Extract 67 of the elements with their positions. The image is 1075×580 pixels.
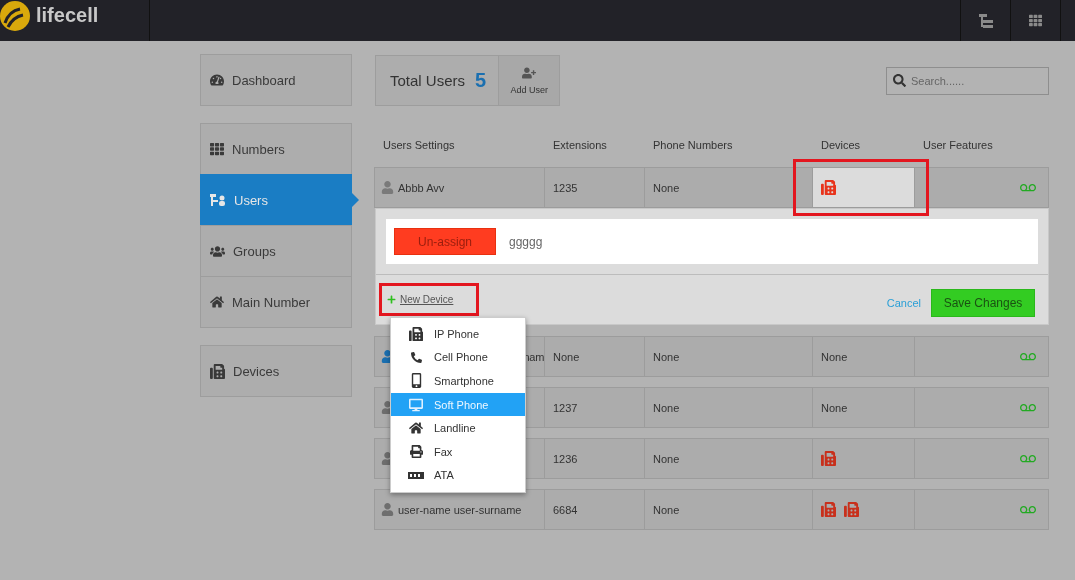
table-cell: 1237 xyxy=(544,387,645,428)
search-field[interactable]: Search...... xyxy=(909,73,1039,88)
selection-arrow-icon xyxy=(352,193,359,207)
column-header: Devices xyxy=(820,139,862,151)
total-users-count: 5 xyxy=(475,69,488,92)
users-icon xyxy=(210,243,225,259)
desk-phone-icon xyxy=(821,180,836,195)
desk-phone-icon xyxy=(821,451,836,466)
column-header: Extensions xyxy=(552,139,608,151)
total-users-label: Total Users xyxy=(389,72,467,89)
sidebar-item[interactable]: Devices xyxy=(200,345,352,397)
devices-text: None xyxy=(821,401,848,414)
monitor-icon xyxy=(409,397,423,412)
device-name: ggggg xyxy=(509,234,543,249)
desk-phone-icon xyxy=(409,326,423,341)
user-name: Abbb Avv xyxy=(398,181,445,194)
menu-item[interactable]: ATA xyxy=(391,463,525,488)
table-cell: None xyxy=(544,336,645,377)
hierarchy-icon xyxy=(978,13,993,28)
logo-text: lifecell xyxy=(36,4,99,27)
search-icon xyxy=(893,74,906,87)
sidebar-item[interactable]: Users xyxy=(200,174,352,226)
dashboard-icon xyxy=(210,73,224,87)
devices-cell[interactable] xyxy=(812,167,915,208)
column-header: Phone Numbers xyxy=(652,139,734,151)
desk-phone-icon xyxy=(844,502,859,517)
devices-cell[interactable] xyxy=(812,489,915,530)
column-header: Users Settings xyxy=(382,139,456,151)
sidebar-item[interactable]: Dashboard xyxy=(200,54,352,106)
sidebar-item[interactable]: Main Number xyxy=(200,276,352,328)
table-cell: 1236 xyxy=(544,438,645,479)
search-box[interactable]: Search...... xyxy=(886,66,1049,95)
menu-item[interactable]: Fax xyxy=(391,439,525,464)
new-device-link[interactable]: New Device xyxy=(379,283,479,316)
desk-phone-icon xyxy=(821,502,836,517)
user-tree-icon xyxy=(210,193,226,207)
add-user-button[interactable]: Add User xyxy=(498,56,560,105)
devices-cell[interactable]: None xyxy=(812,387,915,428)
menu-item[interactable]: Cell Phone xyxy=(391,345,525,370)
menu-item[interactable]: IP Phone xyxy=(391,322,525,346)
table-cell: None xyxy=(644,438,813,479)
grid-icon xyxy=(210,142,224,156)
ata-device-icon xyxy=(408,471,424,479)
save-changes-button[interactable]: Save Changes xyxy=(931,288,1035,317)
menu-item[interactable]: Smartphone xyxy=(391,369,525,393)
table-cell: 6684 xyxy=(544,489,645,530)
add-user-icon xyxy=(522,66,537,80)
home-icon xyxy=(210,295,224,309)
sidebar-item[interactable]: Groups xyxy=(200,225,352,277)
home-icon xyxy=(409,421,423,436)
table-cell: None xyxy=(644,387,813,428)
table-cell: 1235 xyxy=(544,167,645,208)
plus-icon xyxy=(387,295,396,304)
desk-phone-icon xyxy=(210,363,225,379)
devices-cell[interactable]: None xyxy=(812,336,915,377)
table-cell: None xyxy=(644,336,813,377)
devices-text: None xyxy=(821,350,848,363)
column-header: User Features xyxy=(922,139,994,151)
devices-cell[interactable] xyxy=(812,438,915,479)
table-cell: None xyxy=(644,489,813,530)
grid-icon xyxy=(1029,14,1042,27)
fax-icon xyxy=(409,445,423,459)
sidebar-item[interactable]: Numbers xyxy=(200,123,352,175)
user-name: user-name user-surname xyxy=(398,503,522,516)
menu-item[interactable]: Landline xyxy=(391,416,525,440)
phone-icon xyxy=(410,351,422,363)
table-cell: None xyxy=(644,167,813,208)
